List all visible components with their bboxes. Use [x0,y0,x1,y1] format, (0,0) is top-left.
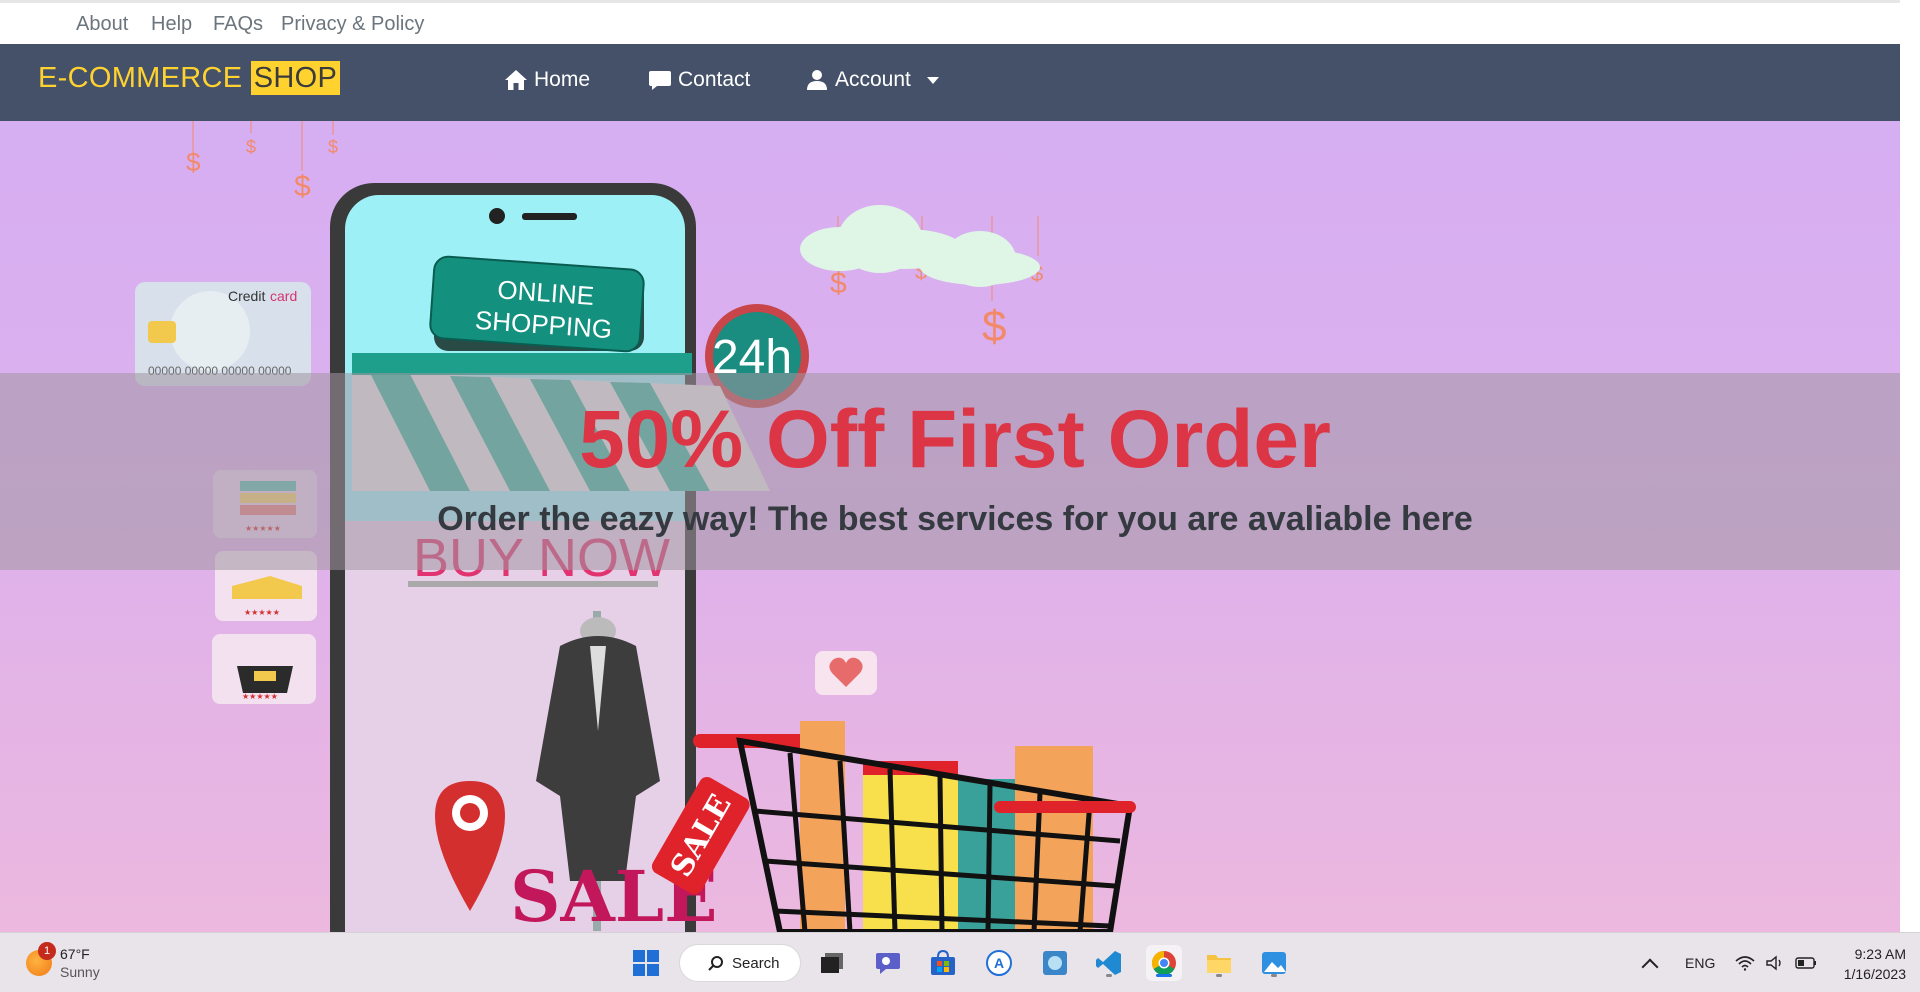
open-indicator [1216,974,1222,977]
svg-text:$: $ [328,137,338,157]
start-button[interactable] [628,945,664,981]
search-icon [708,956,723,971]
language-indicator[interactable]: ENG [1685,933,1715,992]
svg-text:$: $ [294,170,311,203]
promo-banner: 50% Off First Order Order the eazy way! … [0,373,1900,570]
viewer-app-icon [1043,951,1067,975]
chevron-down-icon [926,76,939,84]
chat-icon [649,71,671,90]
open-indicator [1106,974,1112,977]
windows-taskbar: 1 67°F Sunny Search A ENG 9:23 AM 1/16/2… [0,932,1920,992]
task-view-button[interactable] [814,945,850,981]
svg-text:$: $ [186,147,201,177]
app-a-button[interactable]: A [981,945,1017,981]
svg-text:$: $ [830,267,847,300]
battery-icon [1795,957,1816,969]
file-explorer-button[interactable] [1201,945,1237,981]
search-label: Search [732,954,780,972]
svg-text:$: $ [982,302,1006,351]
main-navbar: E-COMMERCE SHOP Home Contact Account [0,44,1900,121]
taskbar-clock[interactable]: 9:23 AM 1/16/2023 [1844,944,1906,984]
task-view-icon [821,953,843,973]
wifi-icon [1735,956,1755,971]
brand-logo[interactable]: E-COMMERCE SHOP [38,61,341,95]
nav-account-label: Account [835,68,911,91]
nav-home[interactable]: Home [504,68,590,92]
promo-subtitle: Order the eazy way! The best services fo… [437,500,1473,538]
store-icon [931,949,955,975]
store-button[interactable] [925,945,961,981]
svg-text:★★★★★: ★★★★★ [244,608,280,617]
nav-home-label: Home [534,68,591,91]
tray-overflow-button[interactable] [1641,933,1659,992]
top-links-bar: About Help FAQs Privacy & Policy [0,0,1900,44]
clock-time: 9:23 AM [1854,946,1906,962]
clock-date: 1/16/2023 [1843,966,1906,982]
card-label-accent: card [270,288,297,304]
browser-viewport: About Help FAQs Privacy & Policy E-COMME… [0,0,1900,932]
taskbar-search[interactable]: Search [679,944,801,982]
nav-contact[interactable]: Contact [648,68,750,92]
speaker-icon [1766,955,1781,971]
photos-icon [1262,952,1286,974]
svg-text:★★★★★: ★★★★★ [242,692,278,701]
chevron-up-icon [1641,958,1659,976]
faqs-link[interactable]: FAQs [213,13,263,36]
system-tray[interactable] [1735,933,1817,992]
brand-highlight: SHOP [250,61,341,95]
folder-icon [1207,955,1231,973]
brand-text: E-COMMERCE [38,62,243,94]
weather-temp: 67°F [60,946,90,962]
photos-button[interactable] [1256,945,1292,981]
about-link[interactable]: About [76,13,128,36]
nav-contact-label: Contact [678,68,751,91]
open-indicator [1271,974,1277,977]
vscode-button[interactable] [1091,945,1127,981]
nav-account-dropdown[interactable]: Account [805,68,939,92]
language-label: ENG [1685,955,1716,971]
card-label: Credit [228,288,265,304]
user-icon [807,70,827,90]
teams-chat-button[interactable] [870,945,906,981]
windows-icon [633,950,659,976]
promo-title: 50% Off First Order [579,394,1331,485]
chrome-icon [1151,951,1176,976]
app-a-icon: A [986,950,1012,976]
home-icon [505,70,527,90]
svg-text:$: $ [246,137,256,157]
chat-app-icon [876,953,900,974]
notification-badge: 1 [38,942,56,960]
help-link[interactable]: Help [151,13,192,36]
vscode-icon [1096,951,1121,975]
hero-section: $ $ $ $ $ $ $ $ ONLINE SHOPPING 24h Cred… [0,121,1900,932]
chrome-button[interactable] [1146,945,1182,981]
active-indicator [1156,974,1172,977]
privacy-policy-link[interactable]: Privacy & Policy [281,13,424,36]
weather-desc: Sunny [60,964,100,980]
photo-viewer-button[interactable] [1037,945,1073,981]
svg-text:A: A [994,955,1004,971]
weather-widget[interactable]: 1 67°F Sunny [26,942,100,981]
sun-icon: 1 [26,942,56,976]
